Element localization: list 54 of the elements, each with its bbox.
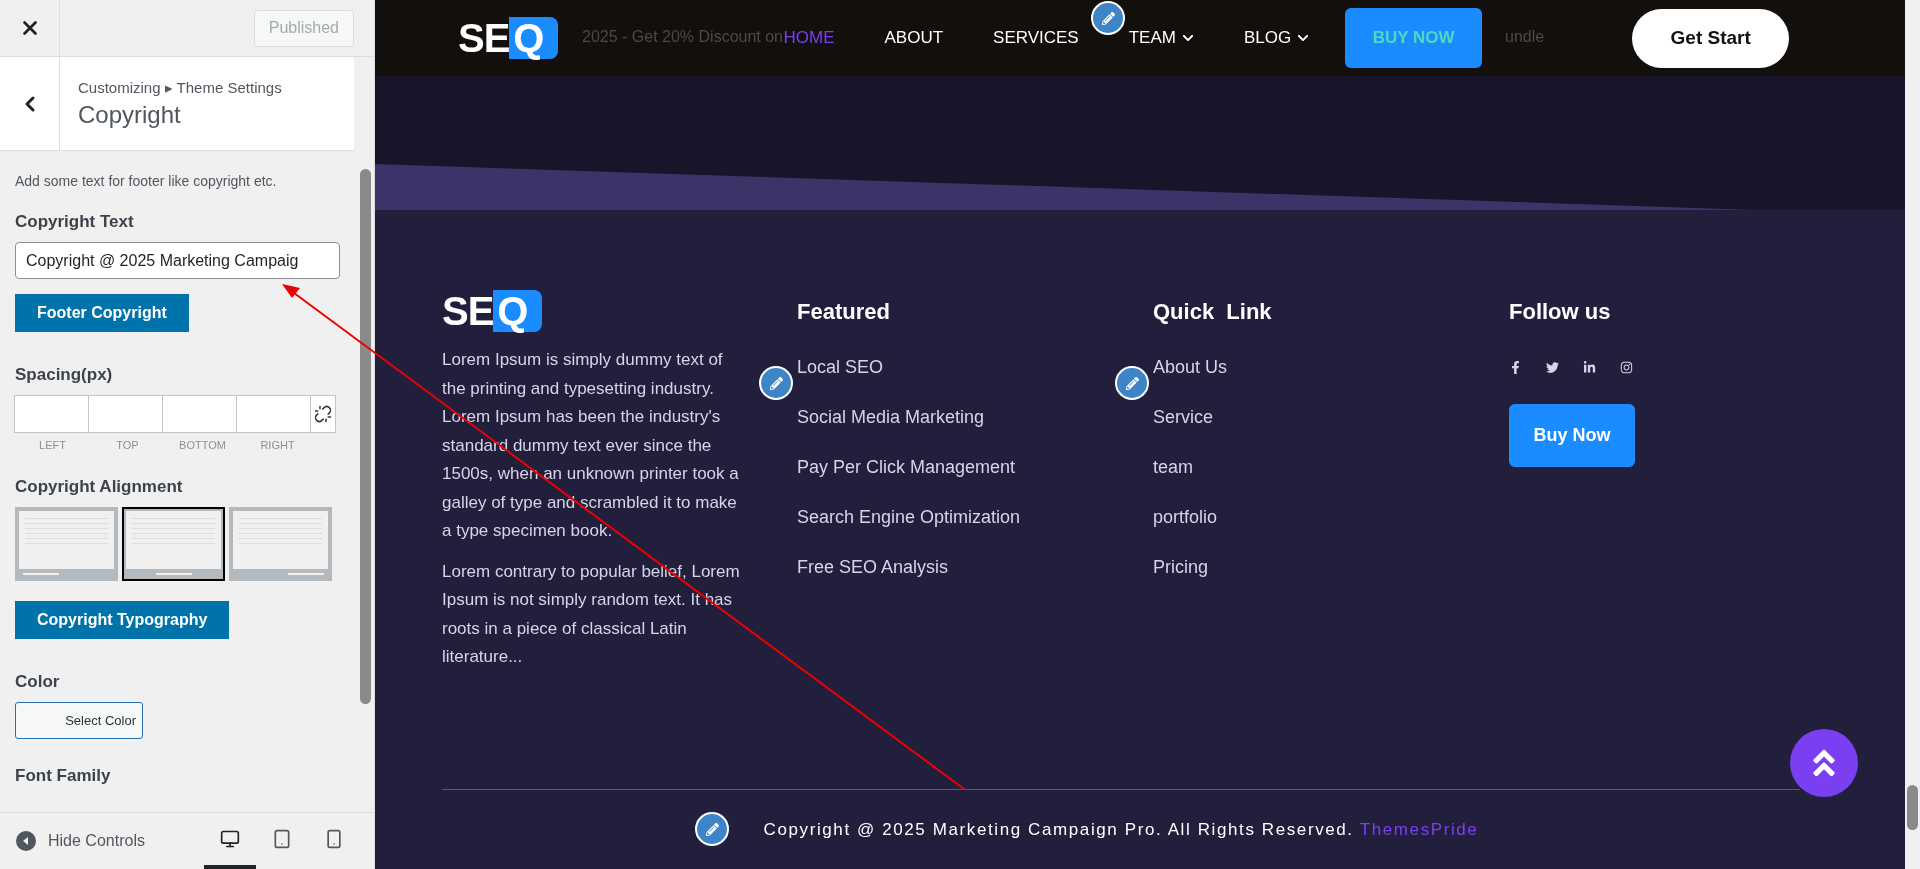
breadcrumb: Customizing ▸ Theme Settings: [78, 78, 282, 97]
field-label: Spacing(px): [15, 365, 114, 385]
spacing-side-label: RIGHT: [259, 439, 296, 451]
nav-link[interactable]: TEAM: [1128, 28, 1194, 48]
linkedin-icon[interactable]: [1583, 361, 1596, 374]
nav-link[interactable]: ABOUT: [884, 28, 944, 48]
footer-link[interactable]: Pay Per Click Management: [797, 453, 1153, 481]
spacing-field[interactable]: [14, 395, 89, 433]
nav-link[interactable]: SERVICES: [993, 28, 1079, 48]
spacing-field[interactable]: [88, 395, 163, 433]
instagram-icon[interactable]: [1620, 361, 1633, 374]
footer-copyright-button[interactable]: Footer Copyright: [15, 294, 189, 332]
spacing-field[interactable]: [236, 395, 311, 433]
spacing-side-label: LEFT: [38, 439, 67, 451]
footer-link[interactable]: Social Media Marketing: [797, 403, 1153, 431]
footer-link[interactable]: Local SEO: [797, 353, 1153, 381]
column-heading: Quick Link: [1153, 297, 1273, 326]
footer-logo[interactable]: SEQ: [442, 290, 797, 332]
chevron-down-icon: [1297, 32, 1310, 44]
field-label: Copyright Text: [15, 212, 135, 232]
twitter-icon[interactable]: [1546, 361, 1559, 374]
copyright-text-field[interactable]: Copyright @ 2025 Marketing Campaig: [15, 242, 340, 279]
field-label: Copyright Alignment: [15, 477, 184, 497]
scrollbar[interactable]: [1905, 0, 1920, 869]
footer-link[interactable]: Service: [1153, 403, 1509, 431]
facebook-icon[interactable]: [1509, 361, 1522, 374]
alignment-option[interactable]: [122, 507, 225, 581]
spacing-side-label: BOTTOM: [178, 439, 227, 451]
column-heading: Featured: [797, 297, 891, 326]
footer-link[interactable]: team: [1153, 453, 1509, 481]
footer-link[interactable]: Pricing: [1153, 553, 1509, 581]
footer-link[interactable]: Free SEO Analysis: [797, 553, 1153, 581]
promo-text: undle: [1505, 28, 1545, 46]
field-label: Font Family: [15, 766, 112, 786]
footer-link[interactable]: About Us: [1153, 353, 1509, 381]
column-heading: Follow us: [1509, 297, 1612, 326]
get-start-button[interactable]: Get Start: [1632, 8, 1790, 68]
field-label: Color: [15, 672, 61, 692]
copyright-text: Copyright @ 2025 Marketing Campaign Pro. All Rights Reserved. ThemesPride: [763, 819, 1479, 840]
copyright-typography-button[interactable]: Copyright Typography: [15, 601, 230, 639]
promo-text: 2025 - Get 20% Discount on: [582, 28, 783, 46]
unlink-icon[interactable]: [310, 395, 336, 433]
collapse-icon: [16, 831, 36, 851]
spacing-side-label: TOP: [115, 439, 140, 451]
spacing-field[interactable]: [162, 395, 237, 433]
section-title: Copyright: [78, 100, 182, 129]
logo[interactable]: SEQ: [458, 17, 559, 59]
section-description: Add some text for footer like copyright etc.: [15, 173, 278, 189]
select-color-button[interactable]: Select Color: [15, 702, 143, 739]
chevron-down-icon: [1181, 32, 1194, 44]
footer-link[interactable]: portfolio: [1153, 503, 1509, 531]
hide-controls-button[interactable]: Hide Controls: [16, 831, 145, 851]
footer-link[interactable]: Search Engine Optimization: [797, 503, 1153, 531]
nav-link[interactable]: BLOG: [1243, 28, 1310, 48]
